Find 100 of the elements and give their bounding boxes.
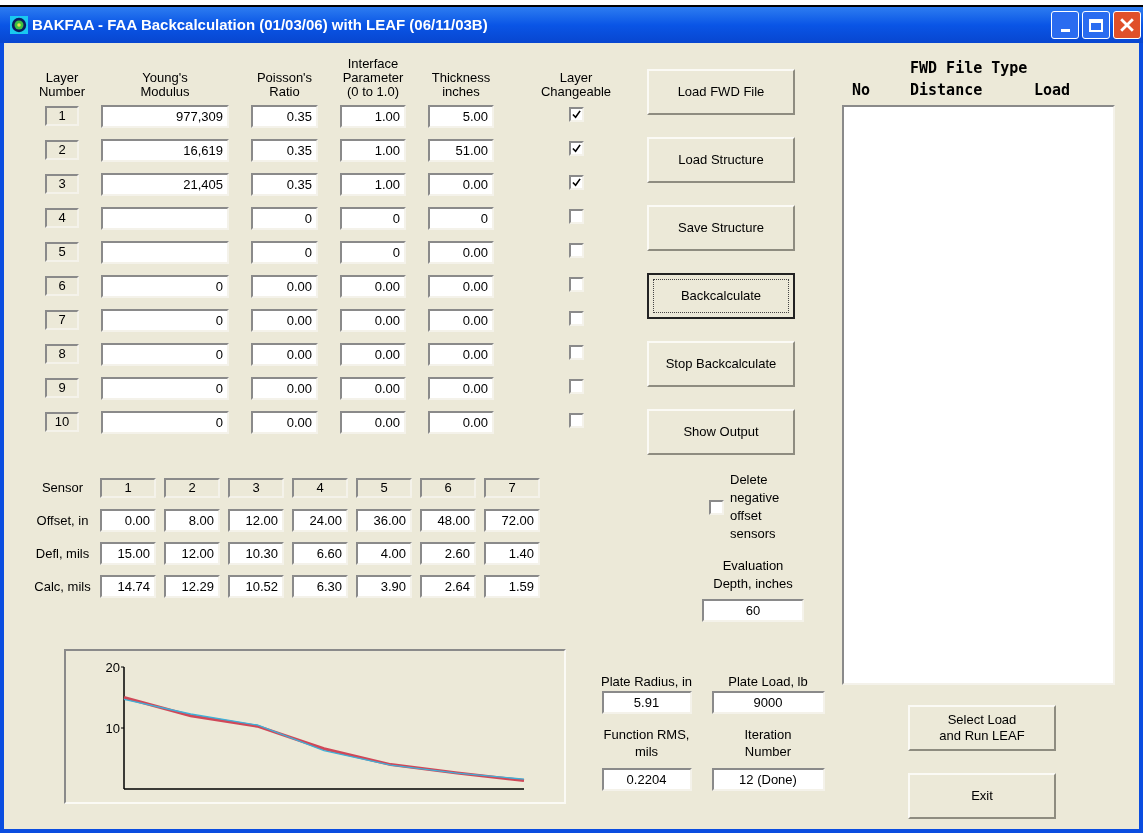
input-field[interactable]: 10.52 — [228, 575, 284, 598]
field-label: Iteration Number — [744, 726, 792, 761]
action-button[interactable]: Exit — [908, 773, 1056, 819]
input-field[interactable]: 0.35 — [251, 105, 318, 128]
action-button[interactable]: Show Output — [647, 409, 795, 455]
input-field[interactable]: 16,619 — [101, 139, 229, 162]
layer-number: 1 — [45, 106, 79, 126]
input-field[interactable]: 1.00 — [340, 139, 406, 162]
action-button[interactable]: Stop Backcalculate — [647, 341, 795, 387]
input-field[interactable]: 0.00 — [100, 509, 156, 532]
layer-number: 6 — [45, 276, 79, 296]
input-field[interactable]: 5.91 — [601, 691, 692, 714]
input-field[interactable]: 0 — [101, 377, 229, 400]
input-field[interactable]: 12.00 — [228, 509, 284, 532]
column-header: Layer Changeable — [540, 71, 612, 99]
tick-label: 20 — [105, 660, 120, 675]
input-field[interactable]: 0 — [340, 207, 406, 230]
input-field[interactable]: 0.00 — [428, 241, 494, 264]
input-field[interactable]: 3.90 — [356, 575, 412, 598]
input-field[interactable]: 5.00 — [428, 105, 494, 128]
action-button[interactable]: Load Structure — [647, 137, 795, 183]
input-field[interactable]: 8.00 — [164, 509, 220, 532]
input-field[interactable]: 24.00 — [292, 509, 348, 532]
sensor-number: 6 — [420, 477, 476, 498]
input-field[interactable]: 0.00 — [428, 309, 494, 332]
input-field[interactable]: 0.2204 — [601, 768, 692, 791]
action-button[interactable]: Load FWD File — [647, 69, 795, 115]
column-header: Layer Number — [38, 71, 86, 99]
input-field[interactable]: 0.00 — [340, 343, 406, 366]
input-field[interactable]: 0.00 — [340, 309, 406, 332]
input-field[interactable]: 10.30 — [228, 542, 284, 565]
layer-number: 10 — [45, 412, 79, 432]
action-button[interactable]: Select Load and Run LEAF — [908, 705, 1056, 751]
field-label: Plate Load, lb — [728, 673, 808, 690]
window-title: BAKFAA - FAA Backcalculation (01/03/06) with LEAF (06/11/03B) — [32, 14, 488, 35]
input-field[interactable]: 0 — [251, 241, 318, 264]
input-field[interactable]: 2.64 — [420, 575, 476, 598]
input-field[interactable]: 0.35 — [251, 173, 318, 196]
column-header: Interface Parameter (0 to 1.0) — [342, 57, 404, 99]
checkbox-label: Delete negative offset sensors — [730, 471, 780, 543]
input-field[interactable]: 21,405 — [101, 173, 229, 196]
column-header: Poisson's Ratio — [256, 71, 313, 99]
input-field[interactable]: 0 — [101, 309, 229, 332]
action-button[interactable]: Save Structure — [647, 205, 795, 251]
input-field[interactable]: 60 — [702, 599, 804, 622]
input-field[interactable]: 12 (Done) — [711, 768, 825, 791]
input-field[interactable]: 1.59 — [484, 575, 540, 598]
input-field[interactable]: 0.00 — [251, 275, 318, 298]
layer-number: 5 — [45, 242, 79, 262]
input-field[interactable]: 0 — [428, 207, 494, 230]
input-field[interactable]: 9000 — [711, 691, 825, 714]
input-field[interactable]: 1.00 — [340, 105, 406, 128]
input-field[interactable]: 12.29 — [164, 575, 220, 598]
layer-number: 2 — [45, 140, 79, 160]
input-field[interactable]: 4.00 — [356, 542, 412, 565]
input-field[interactable]: 1.40 — [484, 542, 540, 565]
input-field[interactable]: 48.00 — [420, 509, 476, 532]
input-field[interactable]: 0.00 — [251, 411, 318, 434]
list-column-header: Load — [1034, 80, 1071, 101]
input-field[interactable]: 0.00 — [251, 309, 318, 332]
sensor-number: 4 — [292, 477, 348, 498]
input-field[interactable]: 0.00 — [251, 343, 318, 366]
input-field[interactable]: 0.00 — [340, 275, 406, 298]
input-field[interactable]: 0.00 — [428, 275, 494, 298]
list-column-header: No — [852, 80, 872, 101]
input-field[interactable]: 0.35 — [251, 139, 318, 162]
input-field[interactable]: 0.00 — [340, 411, 406, 434]
input-field[interactable]: 72.00 — [484, 509, 540, 532]
field-label: Evaluation Depth, inches — [713, 557, 793, 593]
input-field[interactable]: 1.00 — [340, 173, 406, 196]
sensor-number: 1 — [100, 477, 156, 498]
input-field[interactable]: 2.60 — [420, 542, 476, 565]
input-field[interactable]: 0.00 — [428, 411, 494, 434]
input-field[interactable]: 12.00 — [164, 542, 220, 565]
sensor-number: 3 — [228, 477, 284, 498]
input-field[interactable]: 0 — [251, 207, 318, 230]
input-field[interactable]: 15.00 — [100, 542, 156, 565]
sensor-number: 7 — [484, 477, 540, 498]
input-field[interactable]: 0 — [101, 275, 229, 298]
field-label: Plate Radius, in — [600, 673, 693, 690]
input-field[interactable]: 977,309 — [101, 105, 229, 128]
input-field[interactable]: 0.00 — [428, 343, 494, 366]
input-field[interactable]: 0 — [101, 411, 229, 434]
input-field[interactable]: 0.00 — [428, 173, 494, 196]
row-label: Calc, mils — [33, 577, 92, 596]
input-field[interactable]: 6.60 — [292, 542, 348, 565]
input-field[interactable]: 0 — [340, 241, 406, 264]
input-field[interactable]: 0.00 — [428, 377, 494, 400]
input-field[interactable]: 0 — [101, 343, 229, 366]
input-field[interactable]: 14.74 — [100, 575, 156, 598]
sensor-number: 2 — [164, 477, 220, 498]
input-field[interactable]: 0.00 — [251, 377, 318, 400]
input-field[interactable]: 0.00 — [340, 377, 406, 400]
input-field[interactable]: 51.00 — [428, 139, 494, 162]
input-field[interactable]: 6.30 — [292, 575, 348, 598]
sensor-number: 5 — [356, 477, 412, 498]
action-button[interactable]: Backcalculate — [647, 273, 795, 319]
input-field[interactable]: 36.00 — [356, 509, 412, 532]
layer-number: 8 — [45, 344, 79, 364]
layer-number: 9 — [45, 378, 79, 398]
